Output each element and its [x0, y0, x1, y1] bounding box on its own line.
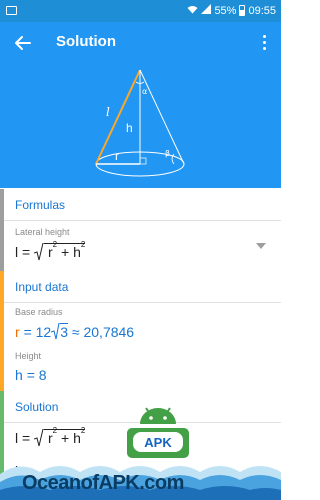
solution-title: Solution — [0, 391, 281, 423]
sqrt-icon — [51, 322, 61, 340]
base-radius-label: Base radius — [15, 307, 63, 317]
more-vertical-icon — [259, 35, 269, 50]
height-label: h — [126, 121, 133, 135]
solution-h: h — [73, 430, 81, 446]
base-radius-eq: = — [23, 324, 32, 340]
solution-bar — [0, 391, 4, 500]
height-number: 8 — [38, 367, 47, 383]
base-radius-coef: 12 — [35, 324, 52, 340]
solution-h-sup: 2 — [80, 426, 86, 435]
gallery-notification-icon — [6, 6, 17, 15]
page-title: Solution — [56, 33, 116, 50]
battery-icon — [239, 5, 246, 16]
height-value[interactable]: h = 8 — [15, 367, 47, 383]
formula-h-sup: 2 — [80, 240, 86, 249]
input-data-section: Input data Base radius r = 12 3 ≈ 20,7846… — [0, 271, 281, 391]
formula-eq: = — [22, 244, 31, 260]
watermark-text: OceanofAPK.com — [22, 472, 184, 494]
signal-icon — [201, 4, 212, 17]
solution-line2-lhs: l — [15, 463, 19, 479]
solution-plus: + — [61, 430, 70, 446]
height-eq: = — [26, 367, 35, 383]
base-radius-approx: ≈ 20,7846 — [71, 324, 135, 340]
solution-r-sup: 2 — [52, 426, 58, 435]
wifi-icon — [187, 5, 198, 17]
base-radius-root: 3 — [60, 323, 69, 340]
lateral-height-formula: l = r2 + h2 — [15, 240, 86, 261]
solution-line-1: l = r2 + h2 — [15, 426, 86, 447]
height-field-label: Height — [15, 351, 42, 361]
beta-label: β — [165, 149, 170, 158]
app-header: Solution l h r α β — [0, 22, 281, 188]
height-symbol: h — [15, 367, 23, 383]
base-radius-value[interactable]: r = 12 3 ≈ 20,7846 — [15, 322, 135, 340]
sqrt-icon — [33, 428, 45, 447]
formula-r-sup: 2 — [52, 240, 58, 249]
formulas-bar — [0, 189, 4, 271]
formula-lhs: l — [15, 244, 19, 260]
input-data-bar — [0, 271, 4, 391]
back-button[interactable] — [12, 32, 34, 54]
formula-dropdown-icon[interactable] — [256, 243, 266, 249]
sqrt-icon — [33, 242, 45, 261]
battery-percent: 55% — [214, 4, 237, 17]
clock: 09:55 — [248, 4, 276, 17]
status-right: 55% 09:55 — [187, 4, 276, 17]
solution-line1-lhs: l — [15, 430, 19, 446]
formula-h: h — [73, 244, 81, 260]
radius-label: r — [115, 149, 119, 163]
formulas-title: Formulas — [0, 189, 281, 221]
base-radius-symbol: r — [15, 324, 20, 340]
solution-r: r — [47, 430, 53, 446]
formula-plus: + — [61, 244, 70, 260]
alpha-label: α — [142, 87, 147, 96]
more-options-button[interactable] — [259, 32, 269, 54]
input-data-title: Input data — [0, 271, 281, 303]
arrow-left-icon — [15, 36, 31, 50]
formula-r: r — [47, 244, 53, 260]
formulas-section: Formulas Lateral height l = r2 + h2 — [0, 189, 281, 271]
cone-figure: l h r α β — [95, 69, 185, 177]
status-bar: 55% 09:55 — [0, 0, 281, 22]
lateral-height-label: Lateral height — [15, 227, 70, 237]
solution-line1-eq: = — [22, 430, 31, 446]
slant-label: l — [106, 105, 110, 119]
